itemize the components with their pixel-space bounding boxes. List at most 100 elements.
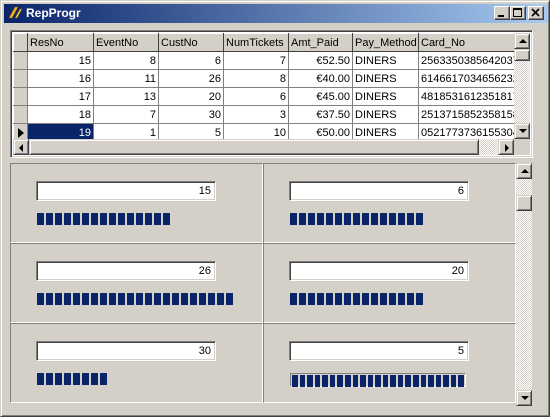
- panels-scroll-up-button[interactable]: [516, 163, 532, 179]
- value-field[interactable]: 20: [289, 261, 469, 281]
- grid-cell[interactable]: DINERS: [352, 51, 419, 70]
- close-button[interactable]: [528, 6, 544, 20]
- progress-block: [145, 293, 152, 305]
- grid-cell[interactable]: €45.00: [288, 87, 353, 106]
- panels-vscroll-thumb[interactable]: [516, 195, 532, 211]
- table-row[interactable]: 18 7 30 3 €37.50 DINERS 2513715852358158: [13, 105, 517, 124]
- grid-cell[interactable]: €40.00: [288, 69, 353, 88]
- progress-block: [299, 375, 306, 387]
- progress-block: [398, 213, 405, 225]
- grid-cell[interactable]: 2513715852358158: [418, 105, 517, 124]
- value-field[interactable]: 15: [36, 181, 216, 201]
- progress-block: [353, 213, 360, 225]
- data-grid[interactable]: ResNo EventNo CustNo NumTickets Amt_Paid…: [10, 30, 533, 158]
- table-row[interactable]: 16 11 26 8 €40.00 DINERS 614661703465623…: [13, 69, 517, 88]
- column-header[interactable]: ResNo: [27, 33, 94, 52]
- minimize-button[interactable]: [494, 6, 510, 20]
- maximize-button[interactable]: [510, 6, 526, 20]
- progress-block: [136, 293, 143, 305]
- grid-cell[interactable]: 2563350385642037: [418, 51, 517, 70]
- column-header[interactable]: Amt_Paid: [288, 33, 353, 52]
- progress-block: [380, 213, 387, 225]
- column-header[interactable]: Pay_Method: [352, 33, 419, 52]
- value-field[interactable]: 30: [36, 341, 216, 361]
- progress-block: [458, 375, 464, 387]
- progress-block: [136, 213, 143, 225]
- row-indicator[interactable]: [13, 105, 28, 124]
- title-bar[interactable]: RepProgr: [4, 4, 548, 23]
- grid-cell[interactable]: 6: [223, 87, 289, 106]
- table-row[interactable]: 17 13 20 6 €45.00 DINERS 481853161235181…: [13, 87, 517, 106]
- grid-cell[interactable]: €52.50: [288, 51, 353, 70]
- grid-cell[interactable]: 4818531612351817: [418, 87, 517, 106]
- grid-cell[interactable]: 11: [93, 69, 159, 88]
- grid-scroll-right-button[interactable]: [498, 139, 514, 155]
- grid-cell[interactable]: €37.50: [288, 105, 353, 124]
- column-header[interactable]: NumTickets: [223, 33, 289, 52]
- column-header[interactable]: Card_No: [418, 33, 517, 52]
- progress-block: [118, 213, 125, 225]
- grid-cell[interactable]: 7: [223, 51, 289, 70]
- progress-block: [118, 293, 125, 305]
- arrow-right-icon: [505, 144, 509, 152]
- panel-cell: 26: [10, 243, 263, 323]
- table-row[interactable]: 15 8 6 7 €52.50 DINERS 2563350385642037: [13, 51, 517, 70]
- row-indicator[interactable]: [13, 87, 28, 106]
- progress-block: [163, 293, 170, 305]
- grid-cell[interactable]: 16: [27, 69, 94, 88]
- grid-cell[interactable]: 7: [93, 105, 159, 124]
- progress-block: [199, 293, 206, 305]
- grid-cell[interactable]: DINERS: [352, 87, 419, 106]
- progress-block: [367, 375, 374, 387]
- progress-block: [172, 293, 179, 305]
- progress-block: [335, 293, 342, 305]
- progress-block: [82, 293, 89, 305]
- grid-cell[interactable]: 26: [158, 69, 224, 88]
- grid-cell[interactable]: 8: [223, 69, 289, 88]
- progress-block: [344, 375, 351, 387]
- column-header[interactable]: EventNo: [93, 33, 159, 52]
- grid-vscroll-thumb[interactable]: [514, 49, 530, 61]
- grid-cell[interactable]: 18: [27, 105, 94, 124]
- progress-block: [335, 213, 342, 225]
- progress-block: [416, 213, 423, 225]
- grid-cell[interactable]: DINERS: [352, 105, 419, 124]
- current-row-arrow-icon: [18, 128, 24, 138]
- progress-block: [344, 293, 351, 305]
- progress-block: [55, 213, 62, 225]
- grid-scroll-down-button[interactable]: [514, 123, 530, 139]
- progress-block: [91, 373, 98, 385]
- progress-block: [292, 375, 298, 387]
- grid-cell[interactable]: 6: [158, 51, 224, 70]
- grid-cell[interactable]: 8: [93, 51, 159, 70]
- progress-block: [46, 213, 53, 225]
- value-field[interactable]: 26: [36, 261, 216, 281]
- progress-block: [290, 213, 297, 225]
- grid-cell[interactable]: DINERS: [352, 69, 419, 88]
- grid-scroll-left-button[interactable]: [13, 139, 29, 155]
- progress-block: [371, 293, 378, 305]
- row-indicator[interactable]: [13, 51, 28, 70]
- progress-block: [450, 375, 457, 387]
- grid-cell[interactable]: 17: [27, 87, 94, 106]
- row-indicator[interactable]: [13, 69, 28, 88]
- grid-hscroll-thumb[interactable]: [29, 139, 479, 155]
- progress-block: [154, 293, 161, 305]
- panels-scroll-down-button[interactable]: [516, 390, 532, 406]
- grid-cell[interactable]: 15: [27, 51, 94, 70]
- grid-cell[interactable]: 13: [93, 87, 159, 106]
- progress-bar: [290, 373, 466, 387]
- column-header[interactable]: CustNo: [158, 33, 224, 52]
- progress-block: [73, 213, 80, 225]
- progress-block: [380, 293, 387, 305]
- grid-cell[interactable]: 30: [158, 105, 224, 124]
- progress-block: [64, 373, 71, 385]
- grid-cell[interactable]: 6146617034656232: [418, 69, 517, 88]
- value-field[interactable]: 5: [289, 341, 469, 361]
- grid-scroll-up-button[interactable]: [514, 33, 530, 49]
- progress-block: [82, 373, 89, 385]
- progress-block: [109, 293, 116, 305]
- grid-cell[interactable]: 20: [158, 87, 224, 106]
- value-field[interactable]: 6: [289, 181, 469, 201]
- grid-cell[interactable]: 3: [223, 105, 289, 124]
